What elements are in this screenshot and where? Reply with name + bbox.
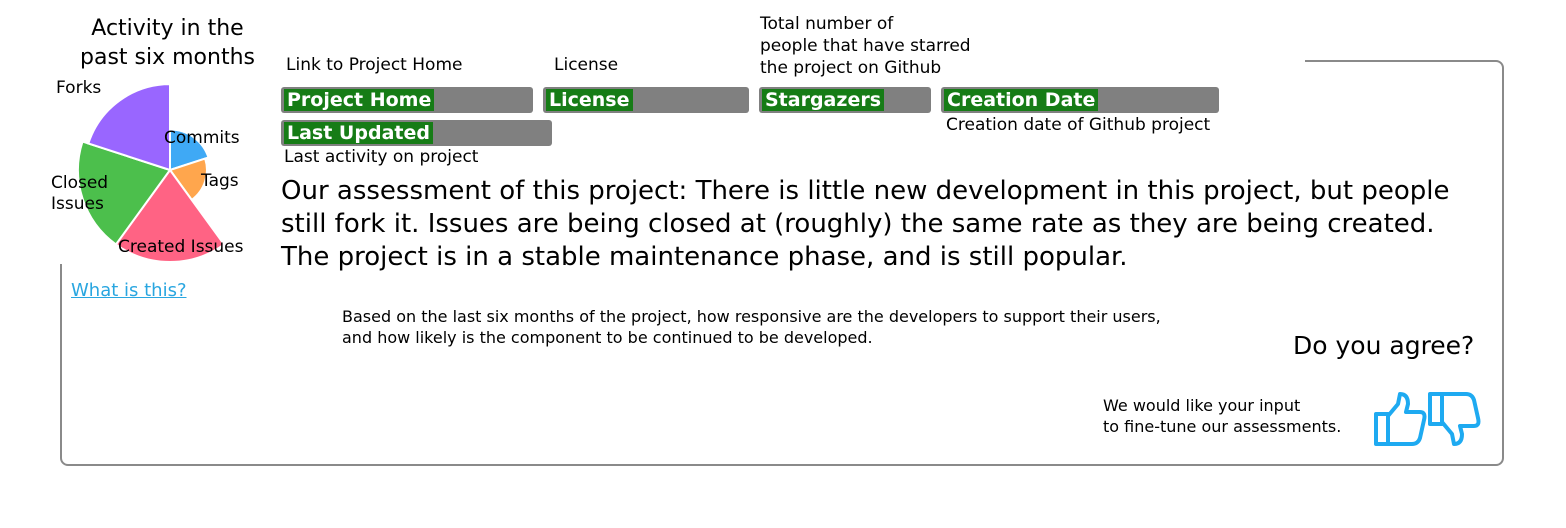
assessment-explanation: Based on the last six months of the proj… xyxy=(342,306,1161,348)
last-updated-description: Last activity on project xyxy=(284,147,479,167)
pie-label-closed-issues: Closed Issues xyxy=(51,173,109,214)
project-home-label: Project Home xyxy=(284,89,435,111)
stargazers-description-line3: the project on Github xyxy=(760,58,942,78)
pie-label-forks: Forks xyxy=(56,78,102,98)
assessment-text: Our assessment of this project: There is… xyxy=(281,176,1450,272)
stargazers-description-line2: people that have starred xyxy=(760,36,971,56)
stargazers-description: Total number of people that have starred… xyxy=(760,13,971,79)
feedback-prompt: We would like your input to fine-tune ou… xyxy=(1103,395,1341,437)
project-home-button[interactable]: Project Home xyxy=(281,87,533,113)
license-label: License xyxy=(546,89,633,111)
pie-label-created-issues: Created Issues xyxy=(118,237,244,257)
license-button[interactable]: License xyxy=(543,87,749,113)
what-is-this-link[interactable]: What is this? xyxy=(71,280,187,301)
stargazers-button[interactable]: Stargazers xyxy=(759,87,931,113)
creation-date-label: Creation Date xyxy=(944,89,1099,111)
feedback-prompt-line2: to fine-tune our assessments. xyxy=(1103,417,1342,436)
stargazers-description-line1: Total number of xyxy=(760,14,894,34)
explanation-line2: and how likely is the component to be co… xyxy=(342,328,873,347)
agree-question: Do you agree? xyxy=(1293,331,1475,360)
project-home-description: Link to Project Home xyxy=(286,55,463,75)
creation-date-description: Creation date of Github project xyxy=(946,115,1211,135)
feedback-prompt-line1: We would like your input xyxy=(1103,396,1301,415)
pie-label-commits: Commits xyxy=(164,128,240,148)
stargazers-label: Stargazers xyxy=(762,89,885,111)
explanation-line1: Based on the last six months of the proj… xyxy=(342,307,1161,326)
thumbs-up-icon[interactable] xyxy=(1372,390,1428,448)
last-updated-button[interactable]: Last Updated xyxy=(281,120,552,146)
license-description: License xyxy=(554,55,619,75)
creation-date-button[interactable]: Creation Date xyxy=(941,87,1219,113)
last-updated-label: Last Updated xyxy=(284,122,433,144)
thumbs-down-icon[interactable] xyxy=(1426,390,1482,448)
chart-title-line1: Activity in the xyxy=(91,16,244,41)
pie-label-tags: Tags xyxy=(201,171,239,191)
